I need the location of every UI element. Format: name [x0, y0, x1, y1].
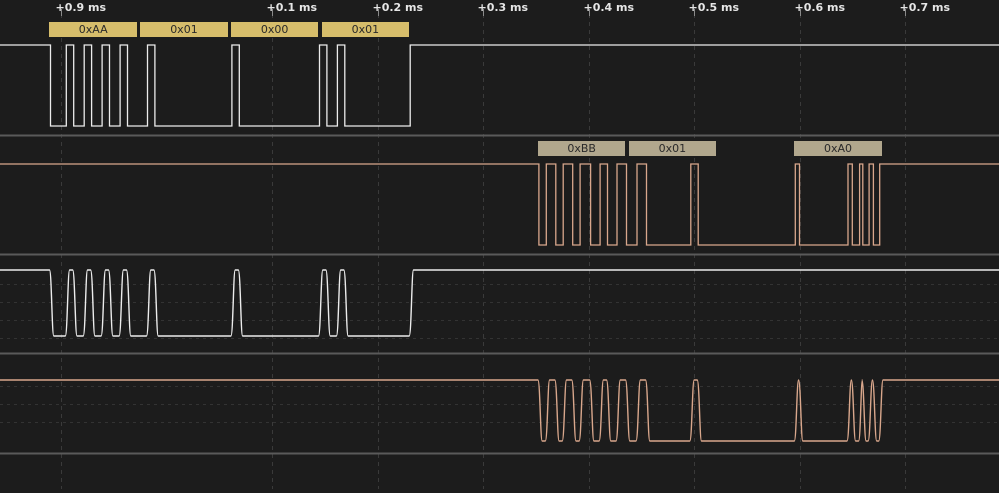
tick-label: +0.3 ms [477, 1, 529, 14]
decoded-byte-box[interactable]: 0xAA [49, 22, 137, 37]
decoded-byte-box[interactable]: 0xBB [537, 141, 626, 156]
analog-trace-1 [0, 379, 999, 442]
decoded-byte-box[interactable]: 0x01 [628, 141, 717, 156]
decoded-byte-box[interactable]: 0x00 [230, 22, 319, 37]
tick-label: +0.2 ms [372, 1, 424, 14]
digital-trace-0 [0, 44, 999, 127]
decoded-byte-box[interactable]: 0x01 [321, 22, 410, 37]
tick-label: +0.7 ms [899, 1, 951, 14]
waveform-canvas[interactable] [0, 0, 999, 489]
tick-label: +0.6 ms [794, 1, 846, 14]
waveform-view[interactable]: +0.9 ms +0.1 ms +0.2 ms +0.3 ms +0.4 ms +0.5 … [0, 0, 999, 489]
decoded-byte-box[interactable]: 0x01 [140, 22, 228, 37]
digital-trace-1 [0, 163, 999, 246]
tick-label: +0.5 ms [688, 1, 740, 14]
decoded-byte-box[interactable]: 0xA0 [794, 141, 882, 156]
tick-label: +0.1 ms [266, 1, 318, 14]
tick-label: +0.4 ms [583, 1, 635, 14]
tick-label: +0.9 ms [55, 1, 107, 14]
